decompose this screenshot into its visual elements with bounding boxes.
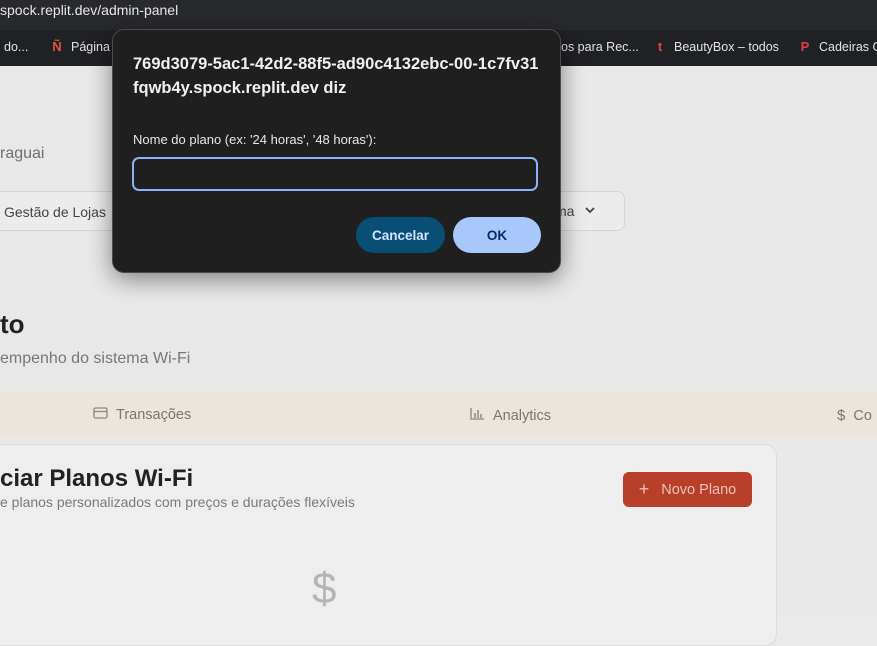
plus-icon: + bbox=[638, 479, 650, 499]
url-text[interactable]: spock.replit.dev/admin-panel bbox=[0, 2, 178, 18]
prompt-dialog: 769d3079-5ac1-42d2-88f5-ad90c4132ebc-00-… bbox=[112, 29, 561, 273]
bookmark-item[interactable]: t BeautyBox – todos bbox=[653, 39, 779, 55]
nav-item-store-management[interactable]: Gestão de Lojas bbox=[4, 204, 106, 220]
bookmark-label: do... bbox=[4, 40, 29, 54]
bookmark-item[interactable]: do... bbox=[4, 40, 28, 54]
tab-transactions[interactable]: Transações bbox=[93, 407, 191, 423]
chevron-down-icon bbox=[584, 203, 596, 219]
ok-button[interactable]: OK bbox=[453, 217, 541, 253]
dialog-message: Nome do plano (ex: '24 horas', '48 horas… bbox=[133, 132, 377, 147]
tab-analytics[interactable]: Analytics bbox=[470, 407, 551, 424]
plan-name-input[interactable] bbox=[132, 157, 538, 191]
bookmark-label: Página bbox=[71, 40, 110, 54]
bookmark-label: os para Rec... bbox=[561, 40, 639, 54]
bookmark-label: BeautyBox – todos bbox=[674, 40, 779, 54]
bookmark-item[interactable]: Ñ Página bbox=[50, 39, 110, 55]
dollar-icon: $ bbox=[312, 564, 337, 613]
new-plan-button[interactable]: + Novo Plano bbox=[623, 472, 752, 507]
t-logo-icon: t bbox=[657, 39, 663, 54]
card-title: ciar Planos Wi-Fi bbox=[0, 465, 194, 492]
bookmark-item[interactable]: os para Rec... bbox=[561, 40, 639, 54]
section-subtitle: empenho do sistema Wi-Fi bbox=[0, 350, 191, 367]
p-logo-icon: P bbox=[800, 39, 810, 54]
bookmark-label: Cadeiras G bbox=[819, 40, 877, 54]
dollar-icon: $ bbox=[837, 407, 846, 424]
tab-label: Analytics bbox=[493, 407, 552, 424]
card-subtitle: e planos personalizados com preços e dur… bbox=[0, 494, 355, 510]
nav-item-system[interactable]: ma bbox=[555, 203, 596, 219]
dialog-origin: 769d3079-5ac1-42d2-88f5-ad90c4132ebc-00-… bbox=[133, 55, 539, 97]
address-bar[interactable]: spock.replit.dev/admin-panel bbox=[0, 0, 877, 30]
cancel-button[interactable]: Cancelar bbox=[356, 217, 445, 253]
n-logo-icon: Ñ bbox=[52, 39, 62, 54]
bar-chart-icon bbox=[470, 407, 485, 424]
tab-label: Transações bbox=[116, 407, 192, 423]
tab-label: Co bbox=[853, 407, 872, 424]
section-title: to bbox=[0, 309, 25, 339]
card-icon bbox=[93, 407, 108, 423]
new-plan-label: Novo Plano bbox=[661, 481, 737, 498]
tab-co[interactable]: $ Co bbox=[837, 407, 872, 424]
bookmark-item[interactable]: P Cadeiras G bbox=[798, 39, 877, 55]
region-text: raguai bbox=[0, 145, 45, 162]
